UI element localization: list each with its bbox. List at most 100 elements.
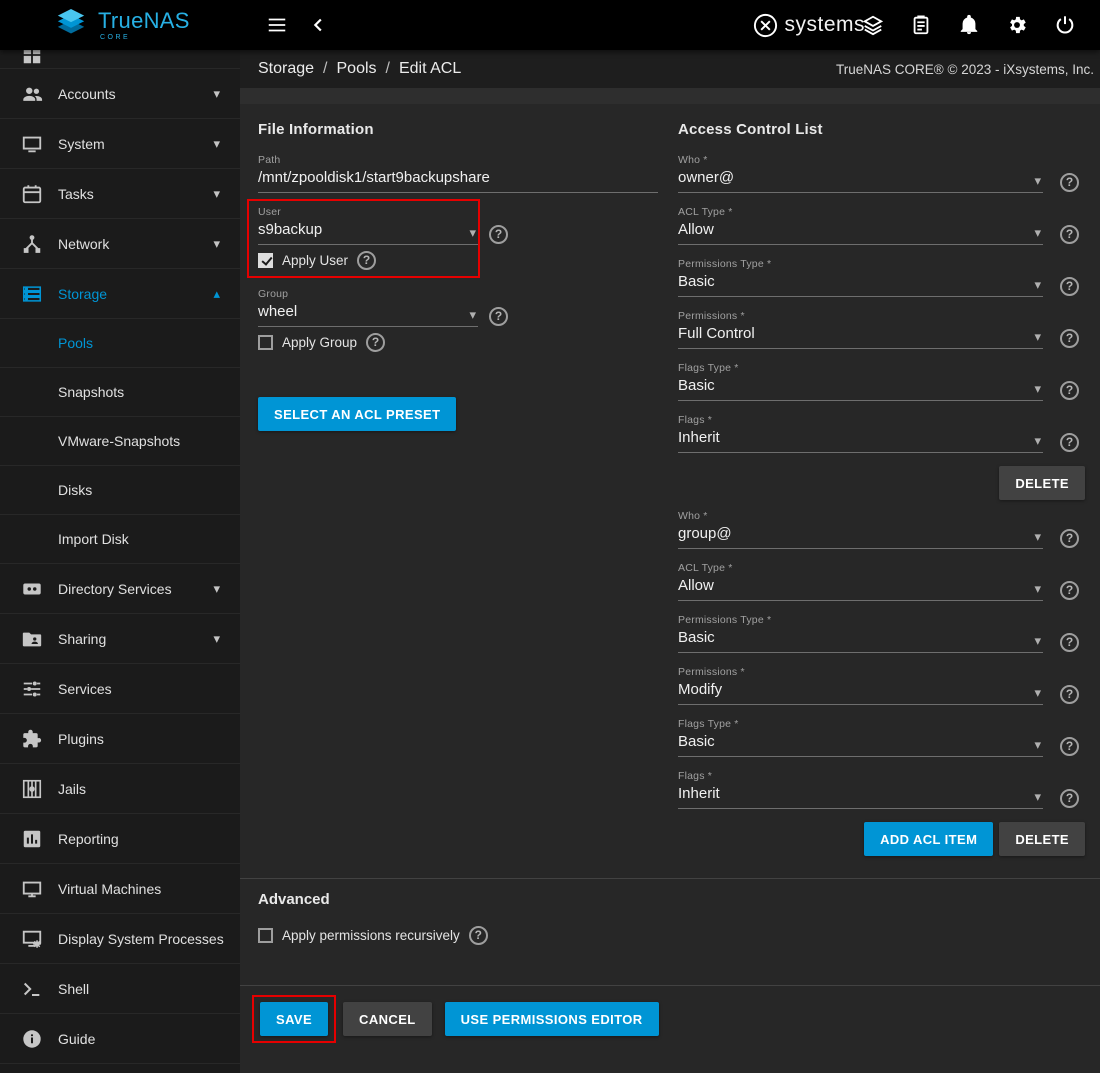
breadcrumb-pools[interactable]: Pools [337,60,377,78]
help-icon[interactable]: ? [1060,329,1079,348]
help-icon[interactable]: ? [1060,433,1079,452]
help-icon[interactable]: ? [1060,737,1079,756]
clipboard-tasks-icon[interactable] [908,12,934,38]
chevron-down-icon: ▾ [1034,434,1041,447]
permissions-select[interactable]: Full Control ▾ [678,325,1043,349]
who-select[interactable]: owner@ ▾ [678,169,1043,193]
copyright-text: TrueNAS CORE® © 2023 - iXsystems, Inc. [836,62,1094,77]
dashboard-grid-icon [20,50,44,67]
sidebar-item-label: Guide [58,1031,95,1047]
sidebar-item-label: Disks [58,482,92,498]
add-acl-item-button[interactable]: ADD ACL ITEM [864,822,993,856]
help-icon[interactable]: ? [1060,581,1079,600]
apply-recursively-checkbox[interactable] [258,928,273,943]
apply-user-checkbox[interactable] [258,253,273,268]
sidebar-item-snapshots[interactable]: Snapshots [0,368,240,417]
field-value: Full Control [678,325,755,342]
sidebar-item-vmware-snapshots[interactable]: VMware-Snapshots [0,417,240,466]
flags-type-select[interactable]: Basic ▾ [678,377,1043,401]
layers-icon[interactable] [860,12,886,38]
sidebar-item-sharing[interactable]: Sharing ▾ [0,614,240,664]
acl-type-field: ACL Type * Allow ▾ ? [678,206,1043,245]
help-icon[interactable]: ? [489,225,508,244]
sidebar-item-system[interactable]: System ▾ [0,119,240,169]
help-icon[interactable]: ? [1060,277,1079,296]
help-icon[interactable]: ? [357,251,376,270]
settings-gear-icon[interactable] [1004,12,1030,38]
help-icon[interactable]: ? [366,333,385,352]
sidebar-item-label: Plugins [58,731,104,747]
sidebar-item-pools[interactable]: Pools [0,319,240,368]
sidebar-item-accounts[interactable]: Accounts ▾ [0,69,240,119]
sidebar-item-label: Tasks [58,186,94,202]
acl-type-select[interactable]: Allow ▾ [678,577,1043,601]
cancel-button[interactable]: CANCEL [343,1002,432,1036]
flags-select[interactable]: Inherit ▾ [678,785,1043,809]
use-permissions-editor-button[interactable]: USE PERMISSIONS EDITOR [445,1002,659,1036]
sidebar-item-virtual-machines[interactable]: Virtual Machines [0,864,240,914]
delete-acl-entry-button[interactable]: DELETE [999,822,1085,856]
flags-type-field: Flags Type * Basic ▾ ? [678,362,1043,401]
sidebar-item-guide[interactable]: Guide [0,1014,240,1064]
help-icon[interactable]: ? [1060,225,1079,244]
chevron-down-icon: ▾ [213,581,220,597]
save-button[interactable]: SAVE [260,1002,328,1036]
user-field: User s9backup ▾ ? [258,206,478,245]
field-label: Permissions Type * [678,614,1043,626]
section-title: File Information [258,121,658,138]
truenas-logo[interactable]: TrueNAS CORE [52,0,190,50]
flags-select[interactable]: Inherit ▾ [678,429,1043,453]
permissions-type-select[interactable]: Basic ▾ [678,273,1043,297]
path-input[interactable]: /mnt/zpooldisk1/start9backupshare [258,169,658,193]
apply-user-checkbox-row: Apply User ? [258,251,470,269]
breadcrumb-storage[interactable]: Storage [258,60,314,78]
help-icon[interactable]: ? [1060,381,1079,400]
collapse-chevron-left-icon[interactable] [306,12,332,38]
acl-type-select[interactable]: Allow ▾ [678,221,1043,245]
permissions-type-select[interactable]: Basic ▾ [678,629,1043,653]
help-icon[interactable]: ? [469,926,488,945]
apply-group-checkbox[interactable] [258,335,273,350]
help-icon[interactable]: ? [489,307,508,326]
sidebar-item-tasks[interactable]: Tasks ▾ [0,169,240,219]
help-icon[interactable]: ? [1060,685,1079,704]
sidebar-item-services[interactable]: Services [0,664,240,714]
user-select[interactable]: s9backup ▾ [258,221,478,245]
select-acl-preset-button[interactable]: SELECT AN ACL PRESET [258,397,456,431]
sidebar-item-plugins[interactable]: Plugins [0,714,240,764]
vm-monitor-icon [20,877,44,901]
sidebar-item-network[interactable]: Network ▾ [0,219,240,269]
help-icon[interactable]: ? [1060,633,1079,652]
flags-type-select[interactable]: Basic ▾ [678,733,1043,757]
acl-entry-2: Who * group@ ▾ ? ACL Type * Allow ▾ ? [678,510,1085,856]
field-value: group@ [678,525,732,542]
sidebar-item-shell[interactable]: Shell [0,964,240,1014]
group-select[interactable]: wheel ▾ [258,303,478,327]
sidebar-item-directory-services[interactable]: Directory Services ▾ [0,564,240,614]
delete-acl-entry-button[interactable]: DELETE [999,466,1085,500]
chevron-down-icon: ▾ [213,136,220,152]
sidebar-item-storage[interactable]: Storage ▴ [0,269,240,319]
who-select[interactable]: group@ ▾ [678,525,1043,549]
chevron-down-icon: ▾ [1034,686,1041,699]
notifications-bell-icon[interactable] [956,12,982,38]
help-icon[interactable]: ? [1060,529,1079,548]
sidebar-item-label: Pools [58,335,93,351]
permissions-select[interactable]: Modify ▾ [678,681,1043,705]
sidebar-item-import-disk[interactable]: Import Disk [0,515,240,564]
hamburger-menu-icon[interactable] [264,12,290,38]
field-value: Basic [678,629,715,646]
truenas-logo-icon [52,9,90,41]
field-label: Permissions * [678,666,1043,678]
power-icon[interactable] [1052,12,1078,38]
breadcrumb-bar: Storage / Pools / Edit ACL TrueNAS CORE®… [240,50,1100,88]
sidebar-item-jails[interactable]: Jails [0,764,240,814]
help-icon[interactable]: ? [1060,173,1079,192]
help-icon[interactable]: ? [1060,789,1079,808]
sidebar-item-display-system-processes[interactable]: Display System Processes [0,914,240,964]
sidebar-item-dashboard[interactable] [0,50,240,69]
sidebar-item-disks[interactable]: Disks [0,466,240,515]
sidebar-item-label: Storage [58,286,107,302]
sidebar-item-reporting[interactable]: Reporting [0,814,240,864]
ixsystems-logo: systems [752,0,865,50]
